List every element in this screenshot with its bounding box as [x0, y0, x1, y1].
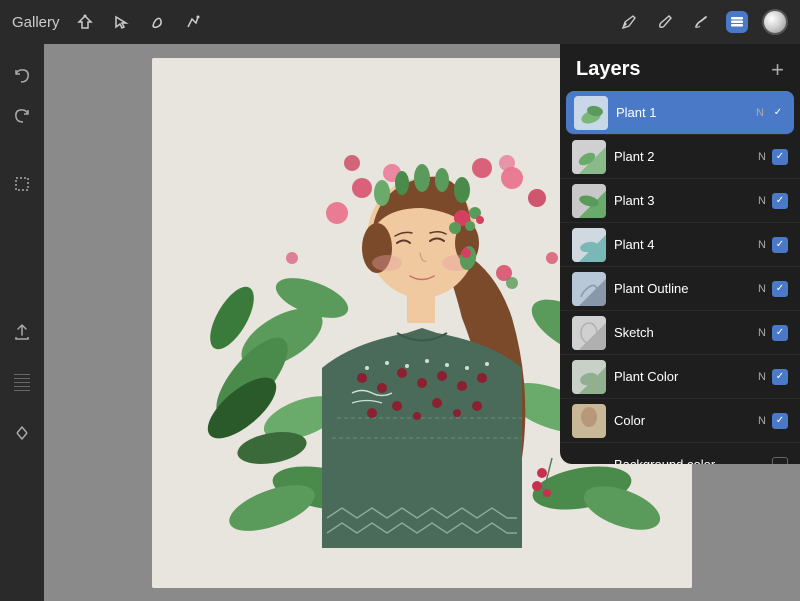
layer-visibility-toggle[interactable] [772, 457, 788, 465]
toolbar: Gallery [0, 0, 800, 44]
layer-row[interactable]: Plant Color N ✓ [560, 355, 800, 399]
left-tools-panel [0, 44, 44, 601]
layer-visibility-toggle[interactable]: ✓ [772, 413, 788, 429]
selection-rect-button[interactable] [6, 168, 38, 200]
layer-row[interactable]: Background color [560, 443, 800, 464]
smudge-tool-button[interactable] [690, 11, 712, 33]
layer-name: Background color [614, 457, 766, 464]
layer-row[interactable]: Sketch N ✓ [560, 311, 800, 355]
layer-thumbnail [572, 184, 606, 218]
layer-mode: N [758, 151, 766, 163]
layer-name: Plant 4 [614, 237, 758, 252]
layers-panel: Layers + Plant 1 N ✓ Plant 2 N ✓ [560, 44, 800, 464]
color-picker-circle[interactable] [762, 9, 788, 35]
layer-row[interactable]: Plant 2 N ✓ [560, 135, 800, 179]
transform-tool-button[interactable] [182, 11, 204, 33]
layer-visibility-toggle[interactable]: ✓ [772, 281, 788, 297]
modify-tool-button[interactable] [74, 11, 96, 33]
layer-thumbnail [572, 272, 606, 306]
layer-visibility-toggle[interactable]: ✓ [772, 193, 788, 209]
layer-row[interactable]: Plant 4 N ✓ [560, 223, 800, 267]
layers-list: Plant 1 N ✓ Plant 2 N ✓ Plant 3 N ✓ [560, 91, 800, 464]
liquify-tool-button[interactable] [146, 11, 168, 33]
brush-tool-button[interactable] [654, 11, 676, 33]
layer-name: Sketch [614, 325, 758, 340]
toolbar-right [618, 9, 788, 35]
layer-visibility-toggle[interactable]: ✓ [772, 325, 788, 341]
layer-mode: N [758, 371, 766, 383]
layer-mode: N [758, 239, 766, 251]
layer-thumbnail [572, 228, 606, 262]
layer-row[interactable]: Color N ✓ [560, 399, 800, 443]
toolbar-left: Gallery [12, 11, 204, 33]
layer-visibility-toggle[interactable]: ✓ [772, 149, 788, 165]
layer-mode: N [758, 195, 766, 207]
layers-header: Layers + [560, 44, 800, 91]
layer-name: Plant Color [614, 369, 758, 384]
layer-name: Plant Outline [614, 281, 758, 296]
layer-row[interactable]: Plant Outline N ✓ [560, 267, 800, 311]
layer-thumbnail [574, 96, 608, 130]
flip-button[interactable] [6, 417, 38, 449]
export-button[interactable] [6, 316, 38, 348]
layer-row[interactable]: Plant 1 N ✓ [566, 91, 794, 135]
selection-tool-button[interactable] [110, 11, 132, 33]
layers-button[interactable] [726, 11, 748, 33]
layer-thumbnail [572, 316, 606, 350]
layer-thumbnail [572, 448, 606, 465]
layer-name: Plant 1 [616, 105, 756, 120]
undo-button[interactable] [6, 60, 38, 92]
layer-row[interactable]: Plant 3 N ✓ [560, 179, 800, 223]
layer-mode: N [758, 415, 766, 427]
layer-visibility-toggle[interactable]: ✓ [772, 369, 788, 385]
layers-panel-title: Layers [576, 58, 641, 81]
redo-button[interactable] [6, 100, 38, 132]
layer-thumbnail [572, 360, 606, 394]
layer-thumbnail [572, 140, 606, 174]
layer-mode: N [756, 107, 764, 119]
layers-add-button[interactable]: + [771, 59, 784, 81]
layer-visibility-toggle[interactable]: ✓ [770, 105, 786, 121]
layer-thumbnail [572, 404, 606, 438]
layer-visibility-toggle[interactable]: ✓ [772, 237, 788, 253]
layer-mode: N [758, 327, 766, 339]
layer-mode: N [758, 283, 766, 295]
layer-name: Color [614, 413, 758, 428]
pen-tool-button[interactable] [618, 11, 640, 33]
layer-name: Plant 2 [614, 149, 758, 164]
layer-name: Plant 3 [614, 193, 758, 208]
gallery-button[interactable]: Gallery [12, 14, 60, 31]
